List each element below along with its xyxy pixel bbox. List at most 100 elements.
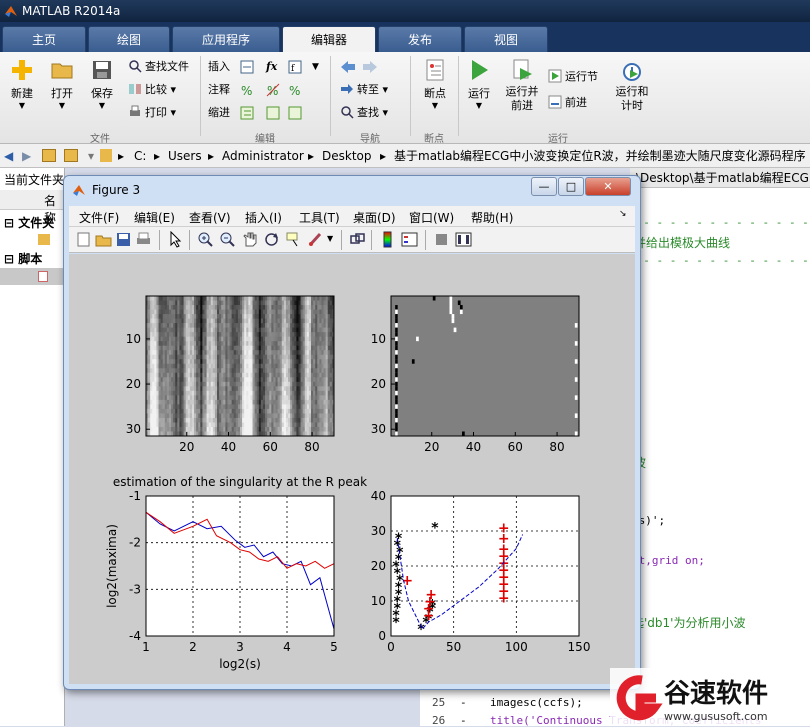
maxima-mark bbox=[574, 395, 578, 400]
menu-file[interactable]: 文件(F) bbox=[79, 209, 119, 226]
path-segment-users[interactable]: Users bbox=[168, 144, 202, 168]
svg-text:谷速软件: 谷速软件 bbox=[664, 679, 768, 709]
zoom-in-icon[interactable] bbox=[197, 231, 214, 248]
script-group-row[interactable]: ⊟ 脚本 bbox=[4, 250, 42, 267]
pan-icon[interactable] bbox=[241, 231, 258, 248]
tab-home[interactable]: 主页 bbox=[2, 26, 86, 52]
breakpoints-button[interactable]: 断点 ▼ bbox=[418, 58, 452, 110]
path-separator: ▸ bbox=[308, 149, 315, 163]
path-segment-desktop[interactable]: Desktop bbox=[322, 144, 372, 168]
stopwatch-icon bbox=[623, 63, 641, 81]
x-tick-label: 50 bbox=[446, 640, 461, 654]
editor-tab-path[interactable]: \Desktop\基于matlab编程ECG中 bbox=[630, 168, 810, 188]
tab-apps[interactable]: 应用程序 bbox=[172, 26, 280, 52]
insert-dropdown[interactable]: ▼ bbox=[312, 58, 319, 76]
menu-desktop[interactable]: 桌面(D) bbox=[353, 209, 396, 226]
open-file-icon[interactable] bbox=[95, 231, 112, 248]
insert-section-icon[interactable] bbox=[240, 60, 254, 74]
find-files-icon bbox=[129, 60, 142, 73]
new-figure-icon[interactable] bbox=[75, 231, 92, 248]
path-segment-drive[interactable]: C: bbox=[134, 144, 146, 168]
run-button[interactable]: 运行 ▼ bbox=[464, 58, 494, 110]
save-figure-icon[interactable] bbox=[115, 231, 132, 248]
menu-insert[interactable]: 插入(I) bbox=[245, 209, 282, 226]
find-label: 查找 bbox=[357, 106, 379, 119]
menu-edit[interactable]: 编辑(E) bbox=[134, 209, 175, 226]
open-button[interactable]: 打开 ▼ bbox=[46, 58, 78, 110]
show-plot-tools-icon[interactable] bbox=[455, 231, 472, 248]
back-arrow-icon[interactable] bbox=[340, 60, 356, 74]
chevron-down-icon[interactable]: ▾ bbox=[88, 144, 94, 168]
run-advance-label: 运行并 前进 bbox=[505, 85, 539, 112]
path-segment-project[interactable]: 基于matlab编程ECG中小波变换定位R波，并绘制墨迹大随尺度变化源码程序 bbox=[394, 144, 808, 168]
print-figure-icon[interactable] bbox=[135, 231, 152, 248]
link-icon[interactable] bbox=[349, 231, 366, 248]
separator bbox=[458, 56, 459, 136]
legend-icon[interactable] bbox=[401, 231, 418, 248]
tab-editor[interactable]: 编辑器 bbox=[282, 26, 376, 52]
save-button[interactable]: 保存 ▼ bbox=[86, 58, 118, 110]
figure-axes-svg[interactable]: 10 20 30 20 40 60 80 10 20 30 20 40 60 80 1 2 3 4 5 -1 -2 -3 -… bbox=[69, 254, 635, 684]
x-tick-label: 60 bbox=[508, 440, 523, 454]
rotate-icon[interactable] bbox=[263, 231, 280, 248]
folder-group-row[interactable]: ⊟ 文件夹 bbox=[4, 214, 54, 231]
brush-dropdown-icon[interactable]: ▼ bbox=[327, 234, 333, 243]
up-folder-icon[interactable] bbox=[42, 149, 56, 162]
selected-file-row[interactable] bbox=[0, 268, 65, 285]
tab-publish[interactable]: 发布 bbox=[378, 26, 462, 52]
advance-button[interactable]: 前进 bbox=[548, 94, 587, 112]
browse-folder-icon[interactable] bbox=[64, 149, 78, 162]
fx-button[interactable]: fx bbox=[266, 58, 277, 76]
y-tick-label: -3 bbox=[129, 582, 141, 596]
zoom-out-icon[interactable] bbox=[219, 231, 236, 248]
breakpoint-icon bbox=[426, 59, 444, 81]
tab-plots[interactable]: 绘图 bbox=[88, 26, 170, 52]
current-folder-title: 当前文件夹 bbox=[4, 173, 65, 187]
maxima-mark bbox=[395, 345, 398, 351]
print-button[interactable]: 打印 ▾ bbox=[128, 104, 176, 122]
forward-arrow-icon[interactable] bbox=[362, 60, 378, 74]
name-column-header[interactable]: 名称 bbox=[0, 190, 65, 225]
minimize-button[interactable]: — bbox=[531, 177, 557, 196]
run-section-button[interactable]: 运行节 bbox=[548, 68, 598, 86]
find-files-button[interactable]: 查找文件 bbox=[128, 58, 189, 76]
menu-window[interactable]: 窗口(W) bbox=[409, 209, 454, 226]
wrap-comment-icon[interactable]: % bbox=[288, 83, 302, 97]
comment-percent-icon[interactable]: % bbox=[240, 83, 254, 97]
maximize-button[interactable]: □ bbox=[558, 177, 584, 196]
menu-view[interactable]: 查看(V) bbox=[189, 209, 231, 226]
find-button[interactable]: 查找 ▾ bbox=[340, 104, 388, 122]
pointer-icon[interactable] bbox=[167, 231, 184, 248]
hide-plot-tools-icon[interactable] bbox=[433, 231, 450, 248]
uncomment-icon[interactable]: % bbox=[266, 83, 280, 97]
indent-icon[interactable] bbox=[240, 106, 254, 120]
data-cursor-icon[interactable] bbox=[285, 231, 302, 248]
maxima-mark bbox=[395, 386, 398, 391]
decrease-indent-icon[interactable] bbox=[288, 106, 302, 120]
back-icon[interactable]: ◀ bbox=[4, 144, 13, 168]
path-segment-admin[interactable]: Administrator bbox=[222, 144, 304, 168]
menu-tools[interactable]: 工具(T) bbox=[299, 209, 340, 226]
insert-button[interactable]: 插入 bbox=[208, 58, 230, 76]
function-icon[interactable]: f bbox=[288, 60, 302, 74]
goto-button[interactable]: 转至 ▾ bbox=[340, 81, 388, 99]
dock-arrow-icon[interactable]: ↘ bbox=[619, 209, 627, 219]
tab-view[interactable]: 视图 bbox=[464, 26, 548, 52]
forward-icon[interactable]: ▶ bbox=[22, 144, 31, 168]
indent-button[interactable]: 缩进 bbox=[208, 104, 230, 122]
save-icon bbox=[93, 61, 111, 79]
smart-indent-icon[interactable] bbox=[266, 106, 280, 120]
menu-help[interactable]: 帮助(H) bbox=[471, 209, 513, 226]
maxima-mark bbox=[395, 404, 398, 409]
colorbar-icon[interactable] bbox=[379, 231, 396, 248]
brush-icon[interactable] bbox=[307, 231, 324, 248]
comment-button[interactable]: 注释 bbox=[208, 81, 230, 99]
new-button[interactable]: 新建 ▼ bbox=[6, 58, 38, 110]
compare-button[interactable]: 比较 ▾ bbox=[128, 81, 176, 99]
run-group-label: 运行 bbox=[548, 134, 568, 145]
x-tick-label: 60 bbox=[263, 440, 278, 454]
run-advance-button[interactable]: 运行并 前进 bbox=[502, 58, 542, 113]
run-and-time-button[interactable]: 运行和 计时 bbox=[612, 58, 652, 113]
new-icon bbox=[12, 60, 32, 80]
close-button[interactable]: ✕ bbox=[585, 177, 631, 196]
